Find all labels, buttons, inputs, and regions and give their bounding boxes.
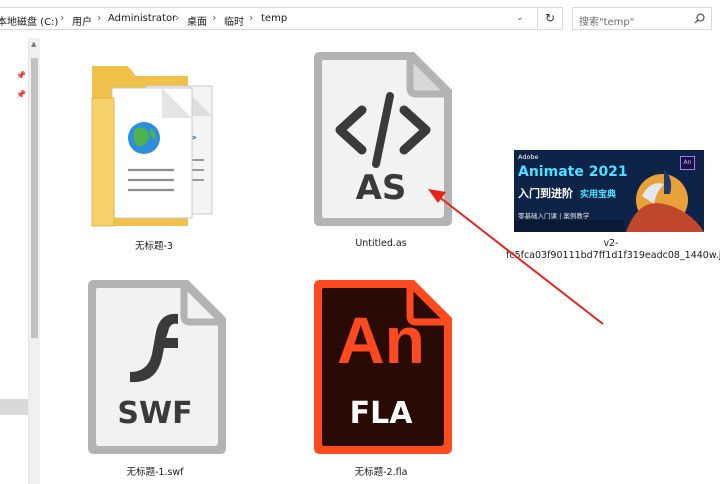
file-icon-text: FLA [349, 396, 413, 431]
thumbnail-brand: Adobe [518, 153, 539, 161]
file-name: 无标题-2.fla [354, 467, 408, 478]
breadcrumb[interactable]: 本地磁盘 (C:) › 用户 › Administrator › 桌面 › 临时… [0, 7, 538, 30]
thumbnail-subtitle-b: 实用宝典 [580, 190, 617, 200]
breadcrumb-item-temp-cn[interactable]: 临时 [224, 13, 244, 28]
chevron-right-icon[interactable]: › [60, 11, 64, 24]
breadcrumb-item-drive[interactable]: 本地磁盘 (C:) [0, 13, 58, 28]
navigation-pane: 📌 📌 ▲ [0, 38, 40, 484]
scroll-thumb[interactable] [31, 58, 38, 338]
chevron-right-icon[interactable]: › [97, 11, 101, 24]
scroll-up-icon[interactable]: ▲ [31, 40, 36, 48]
chevron-right-icon[interactable]: › [175, 11, 179, 24]
thumbnail-subtitle-a: 入门到进阶 [518, 187, 573, 200]
file-name: v2-fc5fca03f90111bd7ff1d1f319eadc08_1440… [506, 238, 720, 261]
address-bar: 本地磁盘 (C:) › 用户 › Administrator › 桌面 › 临时… [0, 0, 720, 38]
chevron-down-icon[interactable]: ⌄ [516, 13, 524, 23]
folder-icon: > [91, 66, 213, 227]
breadcrumb-item-temp[interactable]: temp [261, 13, 287, 24]
nav-selected-item[interactable] [0, 399, 28, 415]
file-item-fla[interactable]: An FLA 无标题-2.fla [306, 276, 456, 478]
file-name: 无标题-3 [135, 241, 173, 252]
breadcrumb-item-administrator[interactable]: Administrator [108, 13, 176, 24]
an-logo-icon: An [337, 303, 425, 377]
file-item-folder[interactable]: > 无标题-3 [84, 58, 224, 252]
chevron-right-icon[interactable]: › [212, 11, 216, 24]
thumbnail-title: Animate 2021 [518, 164, 628, 180]
file-name: 无标题-1.swf [126, 467, 184, 478]
chevron-right-icon[interactable]: › [249, 11, 253, 24]
file-item-as[interactable]: AS Untitled.as [306, 48, 456, 258]
file-icon-text: AS [355, 168, 407, 208]
search-placeholder: 搜索"temp" [579, 17, 635, 28]
image-thumbnail: Adobe Animate 2021 入门到进阶 实用宝典 零基础入门课 | 案… [514, 150, 704, 232]
file-name: Untitled.as [355, 238, 407, 249]
thumbnail-footer: 零基础入门课 | 案例教学 [518, 212, 590, 220]
pin-icon[interactable]: 📌 [16, 71, 26, 80]
an-badge-icon: An [680, 156, 695, 170]
file-item-swf[interactable]: SWF 无标题-1.swf [80, 276, 230, 478]
file-item-image[interactable]: Adobe Animate 2021 入门到进阶 实用宝典 零基础入门课 | 案… [500, 146, 720, 268]
breadcrumb-item-users[interactable]: 用户 [72, 13, 92, 28]
file-icon-text: SWF [117, 396, 193, 431]
pin-icon[interactable]: 📌 [16, 90, 26, 99]
search-icon[interactable] [694, 13, 705, 24]
refresh-button[interactable]: ↻ [538, 7, 563, 30]
search-input[interactable]: 搜索"temp" [572, 7, 712, 30]
refresh-icon: ↻ [544, 11, 556, 25]
scrollbar[interactable]: ▲ [28, 38, 40, 484]
breadcrumb-item-desktop[interactable]: 桌面 [187, 13, 207, 28]
